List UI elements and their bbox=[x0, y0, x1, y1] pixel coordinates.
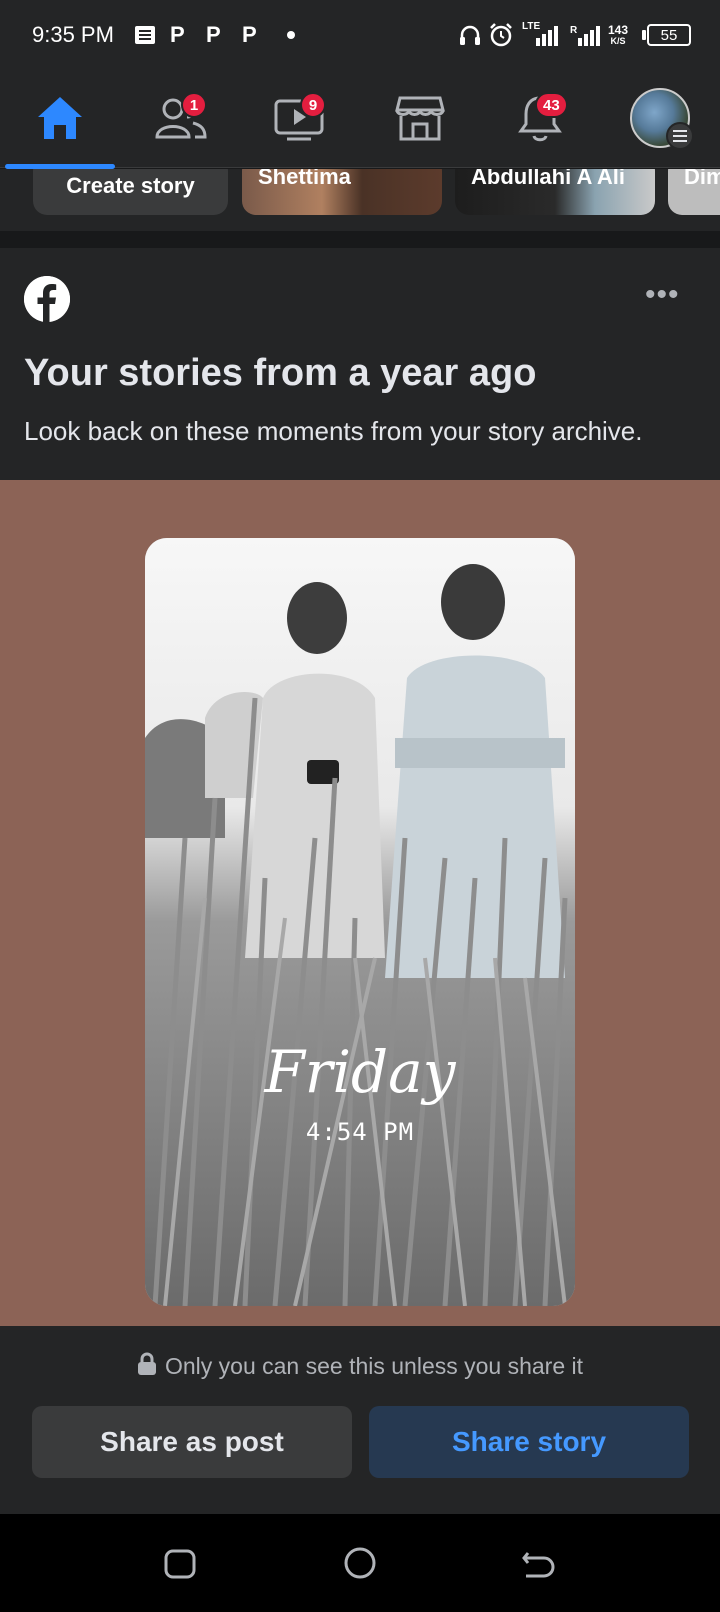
dot-icon bbox=[286, 22, 296, 48]
share-story-label: Share story bbox=[451, 1426, 607, 1457]
home-icon bbox=[38, 97, 82, 139]
story-time-text: 4:54 PM bbox=[305, 1118, 415, 1146]
battery-icon: 55 bbox=[642, 22, 691, 48]
story-day-text: Friday bbox=[264, 1038, 456, 1106]
story-author: Dim bbox=[684, 169, 720, 189]
privacy-note: Only you can see this unless you share i… bbox=[0, 1352, 720, 1382]
speed-unit: K/S bbox=[610, 36, 626, 46]
status-time: 9:35 PM bbox=[32, 22, 114, 47]
story-card[interactable]: Abdullahi A Ali bbox=[455, 169, 655, 215]
story-image bbox=[145, 538, 575, 1306]
lock-icon bbox=[137, 1352, 157, 1382]
tab-friends[interactable]: 1 bbox=[145, 88, 215, 148]
signal-roaming-icon: R bbox=[570, 22, 600, 48]
facebook-logo-icon bbox=[24, 276, 70, 322]
card-subtitle: Look back on these moments from your sto… bbox=[24, 416, 643, 446]
more-options-icon[interactable]: ••• bbox=[645, 280, 680, 310]
notifications-badge: 43 bbox=[535, 92, 568, 118]
memory-card: ••• Your stories from a year ago Look ba… bbox=[0, 248, 720, 1514]
stories-strip: Create story Shettima Abdullahi A Ali Di… bbox=[0, 169, 720, 231]
alarm-icon bbox=[488, 22, 514, 48]
friends-badge: 1 bbox=[181, 92, 207, 118]
watch-badge: 9 bbox=[300, 92, 326, 118]
back-icon[interactable] bbox=[522, 1548, 556, 1585]
speed-value: 143 bbox=[608, 23, 629, 37]
tab-home[interactable] bbox=[25, 88, 95, 148]
tab-marketplace[interactable] bbox=[385, 88, 455, 148]
status-bar: 9:35 PM P P P LTE R 143 K/S 55 bbox=[0, 0, 720, 72]
share-as-post-label: Share as post bbox=[100, 1426, 284, 1457]
section-divider bbox=[0, 231, 720, 248]
share-story-button[interactable]: Share story bbox=[369, 1406, 689, 1478]
story-card[interactable]: Dim bbox=[668, 169, 720, 215]
home-nav-icon[interactable] bbox=[343, 1546, 377, 1585]
tab-notifications[interactable]: 43 bbox=[505, 88, 575, 148]
share-as-post-button[interactable]: Share as post bbox=[32, 1406, 352, 1478]
create-story-button[interactable]: Create story bbox=[33, 169, 228, 215]
privacy-text: Only you can see this unless you share i… bbox=[164, 1353, 584, 1379]
headphones-icon bbox=[458, 22, 482, 48]
system-nav-bar bbox=[0, 1514, 720, 1612]
tab-menu[interactable] bbox=[625, 88, 695, 150]
p-icon: P bbox=[170, 22, 185, 47]
signal-icon bbox=[532, 22, 560, 48]
p-icon: P bbox=[206, 22, 221, 47]
p-icon: P bbox=[242, 22, 257, 47]
card-title: Your stories from a year ago bbox=[24, 352, 537, 394]
top-nav: 1 9 43 bbox=[0, 72, 720, 169]
recent-apps-icon[interactable] bbox=[163, 1548, 197, 1585]
story-author: Shettima bbox=[258, 169, 351, 189]
create-story-label: Create story bbox=[66, 173, 195, 198]
story-author: Abdullahi A Ali bbox=[471, 169, 625, 189]
profile-avatar bbox=[630, 88, 694, 150]
svg-text:R: R bbox=[570, 25, 578, 36]
battery-level: 55 bbox=[647, 24, 691, 46]
tab-watch[interactable]: 9 bbox=[264, 88, 334, 148]
marketplace-icon bbox=[395, 96, 445, 141]
story-card[interactable]: Shettima bbox=[242, 169, 442, 215]
message-icon bbox=[134, 22, 156, 48]
network-speed: 143 K/S bbox=[608, 22, 628, 48]
menu-icon bbox=[666, 122, 694, 150]
story-photo[interactable]: Friday 4:54 PM bbox=[145, 538, 575, 1306]
